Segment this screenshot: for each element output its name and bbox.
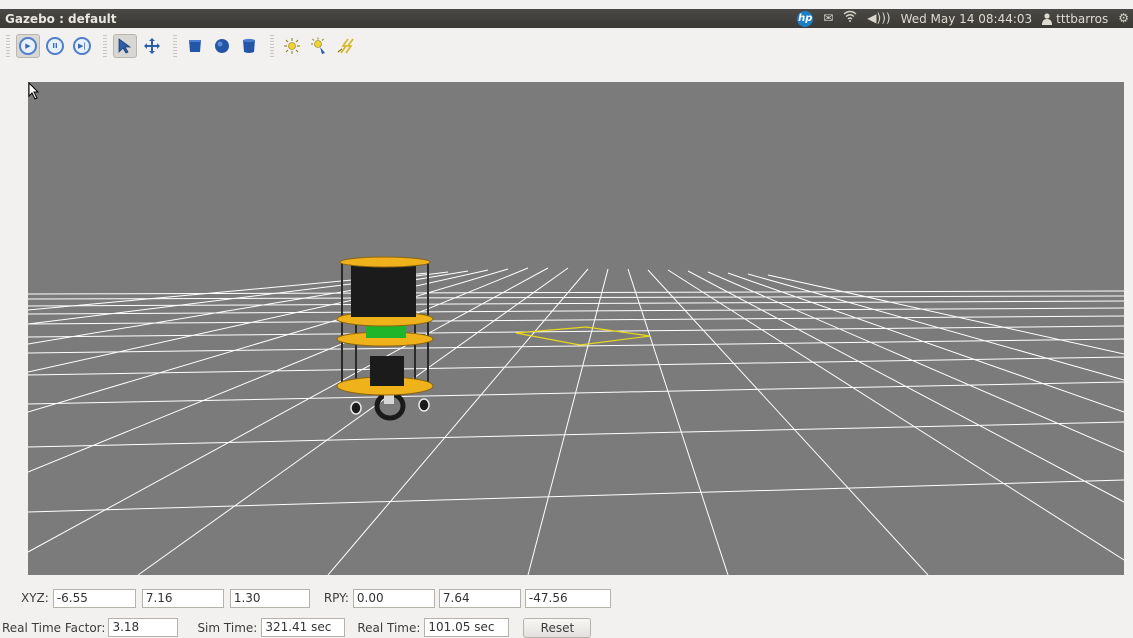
hp-icon[interactable]: hp [797, 10, 814, 27]
spot-light-icon [311, 37, 325, 54]
toolbar-grip[interactable] [6, 35, 10, 57]
step-icon: ▶| [73, 37, 91, 55]
scene-render [28, 256, 1124, 575]
toolbar-grip[interactable] [103, 35, 107, 57]
sphere-shape-icon [215, 39, 229, 53]
volume-icon[interactable]: ◀))) [867, 9, 890, 28]
pose-panel: XYZ: -6.55 7.16 1.30 RPY: 0.00 7.64 -47.… [0, 586, 1133, 610]
real-time-factor-field[interactable]: 3.18 [108, 618, 179, 637]
box-button[interactable] [183, 34, 207, 58]
real-time-label: Real Time: [357, 620, 421, 635]
select-mode-button[interactable] [113, 34, 137, 58]
rpy-label: RPY: [323, 591, 349, 605]
step-button[interactable]: ▶| [70, 34, 94, 58]
xyz-label: XYZ: [21, 591, 49, 605]
ground-grid [28, 267, 1124, 575]
translate-icon [144, 38, 160, 54]
wifi-icon[interactable] [843, 9, 857, 28]
username: tttbarros [1056, 11, 1109, 26]
box-shape-icon [189, 40, 201, 52]
scene-viewport[interactable] [28, 82, 1124, 575]
real-time-field[interactable]: 101.05 sec [424, 618, 510, 637]
time-panel: Real Time Factor: 3.18 Sim Time: 321.41 … [0, 617, 1133, 638]
spot-light-button[interactable] [307, 34, 331, 58]
cylinder-shape-icon [243, 38, 255, 53]
clock[interactable]: Wed May 14 08:44:03 [901, 12, 1033, 26]
user-icon [1042, 12, 1053, 25]
real-time-factor-label: Real Time Factor: [2, 620, 106, 635]
play-icon: ▶ [19, 37, 37, 55]
point-light-button[interactable] [280, 34, 304, 58]
top-panel: Gazebo : default hp ✉ ◀))) Wed May 14 08… [0, 9, 1133, 28]
directional-light-button[interactable] [334, 34, 358, 58]
mail-icon[interactable]: ✉ [823, 9, 833, 28]
power-gear-icon[interactable]: ⚙ [1118, 9, 1129, 28]
pose-x-field[interactable]: -6.55 [52, 588, 136, 608]
window-title: Gazebo : default [5, 11, 117, 26]
toolbar-grip[interactable] [173, 35, 177, 57]
directional-light-icon [337, 38, 354, 54]
pause-icon: II [46, 37, 64, 55]
user-menu[interactable]: tttbarros [1042, 12, 1108, 26]
sphere-button[interactable] [210, 34, 234, 58]
select-arrow-icon [118, 38, 132, 54]
reset-button[interactable]: Reset [523, 617, 592, 638]
pause-button[interactable]: II [43, 34, 67, 58]
pose-roll-field[interactable]: 0.00 [352, 588, 435, 608]
translate-mode-button[interactable] [140, 34, 164, 58]
toolbar-grip[interactable] [270, 35, 274, 57]
pose-y-field[interactable]: 7.16 [141, 588, 224, 608]
sim-time-field[interactable]: 321.41 sec [261, 618, 346, 637]
system-tray: hp ✉ ◀))) Wed May 14 08:44:03 tttbarros … [797, 9, 1133, 28]
robot-model [336, 256, 434, 421]
sim-time-label: Sim Time: [197, 620, 258, 635]
play-button[interactable]: ▶ [16, 34, 40, 58]
pose-yaw-field[interactable]: -47.56 [524, 588, 611, 608]
pose-pitch-field[interactable]: 7.64 [438, 588, 521, 608]
cylinder-button[interactable] [237, 34, 261, 58]
main-toolbar: ▶ II ▶| [0, 30, 1133, 62]
mouse-cursor-icon [28, 82, 40, 100]
point-light-icon [284, 38, 300, 54]
pose-z-field[interactable]: 1.30 [229, 588, 310, 608]
